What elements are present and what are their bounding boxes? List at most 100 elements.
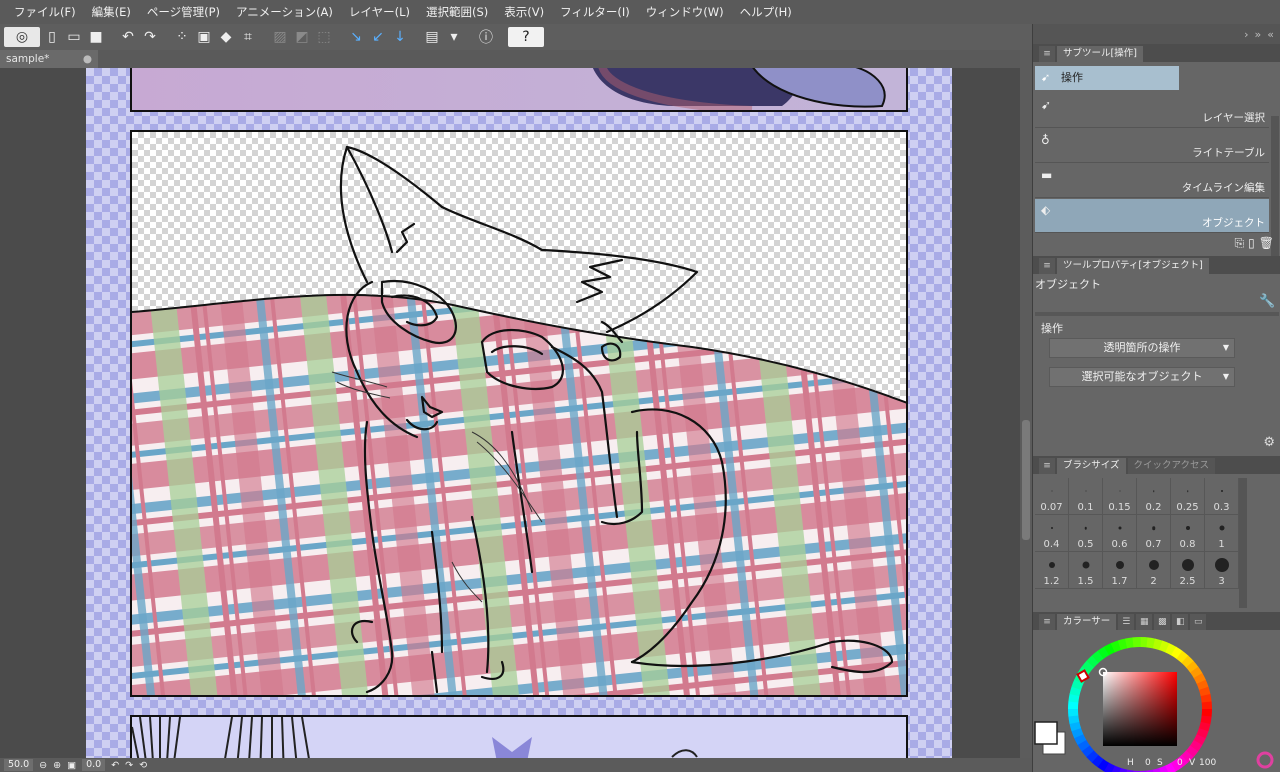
menu-window[interactable]: ウィンドウ(W) [638, 0, 732, 24]
deselect-icon[interactable]: ⁘ [172, 27, 192, 47]
help-icon[interactable]: ? [508, 27, 544, 47]
brush-size-preset[interactable]: 1.7 [1103, 552, 1137, 589]
palette-menu-icon[interactable]: ≡ [1039, 458, 1055, 474]
brush-size-preset[interactable]: 0.1 [1069, 478, 1103, 515]
fill-icon[interactable]: ◆ [216, 27, 236, 47]
zoom-in-icon[interactable]: ⊕ [53, 760, 61, 771]
tab-close-icon[interactable]: ● [83, 50, 92, 68]
menu-page[interactable]: ページ管理(P) [139, 0, 228, 24]
open-file-icon[interactable]: ▭ [64, 27, 84, 47]
menu-animation[interactable]: アニメーション(A) [228, 0, 341, 24]
chevron-right-icon[interactable]: › [1244, 28, 1248, 41]
menu-view[interactable]: 表示(V) [496, 0, 552, 24]
subtool-item-timeline-edit[interactable]: ▬ タイムライン編集 [1035, 164, 1269, 198]
selection-border-icon[interactable]: ⬚ [314, 27, 334, 47]
selectable-object-select[interactable]: 選択可能なオブジェクト ▼ [1049, 367, 1235, 387]
transform-icon[interactable]: ⌗ [238, 27, 258, 47]
rotate-right-icon[interactable]: ↷ [125, 760, 133, 771]
settings-icon[interactable]: ⚙ [1263, 435, 1275, 450]
fit-icon[interactable]: ▣ [67, 760, 76, 771]
hue-segment[interactable] [1068, 708, 1079, 717]
brush-size-preset[interactable]: 2 [1137, 552, 1171, 589]
menu-help[interactable]: ヘルプ(H) [732, 0, 800, 24]
color-mode-icon[interactable] [1256, 751, 1274, 769]
save-icon[interactable]: ■ [86, 27, 106, 47]
main-color-swatch[interactable] [1034, 721, 1058, 745]
subtool-item-light-table[interactable]: ♁ ライトテーブル [1035, 129, 1269, 163]
document-tab[interactable]: sample* ● [0, 50, 98, 68]
gradient-icon[interactable]: ◩ [292, 27, 312, 47]
color-wheel[interactable] [1033, 612, 1280, 772]
tab-quick-access[interactable]: クイックアクセス [1127, 458, 1216, 474]
menu-layer[interactable]: レイヤー(L) [341, 0, 418, 24]
brush-size-value: 1.5 [1077, 576, 1094, 587]
rotation-field[interactable]: 0.0 [82, 759, 106, 771]
palette-menu-icon[interactable]: ≡ [1039, 46, 1055, 62]
reset-rotation-icon[interactable]: ⟲ [139, 760, 147, 771]
rotate-left-icon[interactable]: ↶ [111, 760, 119, 771]
brush-size-preset[interactable]: 0.7 [1137, 515, 1171, 552]
redo-icon[interactable]: ↷ [140, 27, 160, 47]
app-logo-icon[interactable]: ◎ [4, 27, 40, 47]
menu-filter[interactable]: フィルター(I) [552, 0, 638, 24]
wrench-icon[interactable]: 🔧 [1259, 294, 1275, 310]
special-ruler-snap-icon[interactable]: ↙ [368, 27, 388, 47]
subtool-item-object[interactable]: ⬖ オブジェクト [1035, 199, 1269, 233]
camera-icon[interactable]: ▤ [422, 27, 442, 47]
brush-size-preset[interactable]: 0.2 [1137, 478, 1171, 515]
grid-snap-icon[interactable]: ↓ [390, 27, 410, 47]
hue-segment[interactable] [1132, 637, 1141, 648]
brush-size-preset[interactable]: 0.4 [1035, 515, 1069, 552]
info-icon[interactable]: ⓘ [476, 27, 496, 47]
brush-size-dot [1085, 490, 1086, 492]
brush-size-dot [1084, 526, 1087, 530]
clear-icon[interactable]: ▣ [194, 27, 214, 47]
brush-size-preset[interactable]: 1.5 [1069, 552, 1103, 589]
dropdown-arrow-icon[interactable]: ▾ [444, 27, 464, 47]
tab-subtool[interactable]: サブツール[操作] [1057, 46, 1143, 62]
brush-size-preset[interactable]: 1.2 [1035, 552, 1069, 589]
zoom-out-icon[interactable]: ⊖ [39, 760, 47, 771]
brush-size-preset[interactable]: 1 [1205, 515, 1239, 552]
duplicate-subtool-icon[interactable]: ⎘ [1235, 236, 1245, 251]
palette-menu-icon[interactable]: ≡ [1039, 258, 1055, 274]
subtool-scrollbar[interactable] [1271, 116, 1279, 256]
brush-size-preset[interactable]: 0.8 [1171, 515, 1205, 552]
transparent-area-select[interactable]: 透明箇所の操作 ▼ [1049, 338, 1235, 358]
crop-icon[interactable]: ▨ [270, 27, 290, 47]
menu-edit[interactable]: 編集(E) [84, 0, 139, 24]
delete-subtool-icon[interactable]: 🗑 [1259, 236, 1274, 251]
subtool-group-selected[interactable]: ➹ 操作 [1035, 66, 1179, 90]
brush-size-scrollbar[interactable] [1239, 478, 1247, 608]
brush-size-preset[interactable]: 0.3 [1205, 478, 1239, 515]
brush-size-preset[interactable]: 0.07 [1035, 478, 1069, 515]
brush-size-preset[interactable]: 2.5 [1171, 552, 1205, 589]
brush-size-value: 2.5 [1179, 576, 1196, 587]
brush-size-value: 0.6 [1111, 539, 1128, 550]
new-file-icon[interactable]: ▯ [42, 27, 62, 47]
menu-selection[interactable]: 選択範囲(S) [418, 0, 496, 24]
ruler-snap-icon[interactable]: ↘ [346, 27, 366, 47]
brush-size-value: 1 [1218, 539, 1225, 550]
zoom-field[interactable]: 50.0 [4, 759, 34, 771]
brush-size-preset[interactable]: 3 [1205, 552, 1239, 589]
brush-size-preset[interactable]: 0.6 [1103, 515, 1137, 552]
chevron-down-icon: ▼ [1222, 372, 1229, 381]
brush-size-preset[interactable]: 0.25 [1171, 478, 1205, 515]
brush-size-dot [1181, 559, 1194, 571]
tab-brush-size[interactable]: ブラシサイズ [1057, 458, 1126, 474]
menu-file[interactable]: ファイル(F) [6, 0, 84, 24]
expand-icon[interactable]: « [1267, 28, 1274, 41]
subtool-group-label: 操作 [1061, 71, 1083, 84]
hue-segment[interactable] [1201, 701, 1212, 710]
subtool-item-layer-select[interactable]: ➹ レイヤー選択 [1035, 94, 1269, 128]
brush-size-preset[interactable]: 0.15 [1103, 478, 1137, 515]
new-subtool-icon[interactable]: ▯ [1248, 236, 1255, 251]
tab-tool-property[interactable]: ツールプロパティ[オブジェクト] [1057, 258, 1209, 274]
canvas-area[interactable] [0, 68, 1020, 758]
canvas-vertical-scrollbar[interactable] [1020, 50, 1032, 758]
scrollbar-thumb[interactable] [1022, 420, 1030, 540]
brush-size-preset[interactable]: 0.5 [1069, 515, 1103, 552]
undo-icon[interactable]: ↶ [118, 27, 138, 47]
collapse-icon[interactable]: » [1255, 28, 1262, 41]
